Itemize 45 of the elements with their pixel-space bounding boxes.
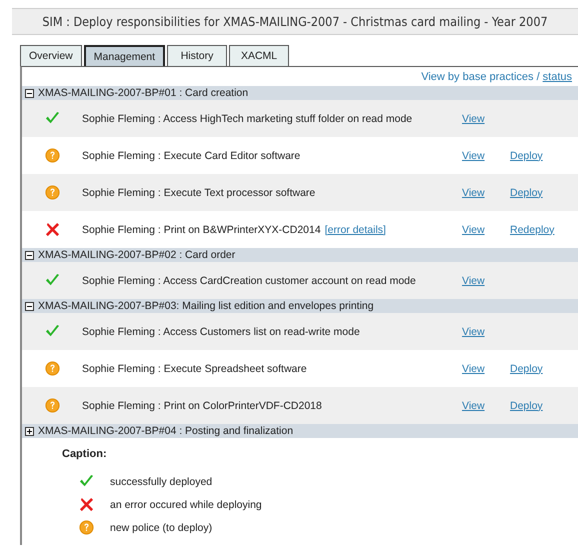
caption-title: Caption: [62, 448, 108, 460]
deploy-link[interactable]: Deploy [510, 362, 543, 374]
view-link[interactable]: View [462, 362, 485, 374]
deploy-link[interactable]: Deploy [510, 186, 543, 198]
group-title: XMAS-MAILING-2007-BP#01 : Card creation [38, 87, 248, 99]
responsibility-text: Sophie Fleming : Access CardCreation customer account on read mode [82, 274, 416, 286]
toggle-icon[interactable] [25, 302, 34, 310]
view-by-label: View by base practices / [421, 71, 540, 83]
responsibility-text: Sophie Fleming : Execute Spreadsheet software [82, 362, 307, 374]
group-header[interactable]: XMAS-MAILING-2007-BP#03: Mailing list edition and envelopes printing [22, 299, 578, 313]
toggle-icon[interactable] [25, 88, 34, 98]
responsibility-text: Sophie Fleming : Access HighTech marketing stuff folder on read mode [82, 112, 412, 124]
caption-text: an error occured while deploying [110, 498, 262, 510]
responsibility-text: Sophie Fleming : Execute Card Editor software [82, 150, 300, 162]
deploy-link[interactable]: Deploy [510, 150, 543, 162]
group-title: XMAS-MAILING-2007-BP#03: Mailing list edition and envelopes printing [38, 300, 374, 312]
responsibility-text: Sophie Fleming : Access Customers list on read-write mode [82, 326, 360, 338]
view-link[interactable]: View [462, 112, 485, 124]
view-link[interactable]: View [462, 150, 485, 162]
responsibility-text: Sophie Fleming : Print on B&WPrinterXYX-CD2014 [82, 224, 321, 236]
page-title: SIM : Deploy responsibilities for XMAS-MAILING-2007 - Christmas card mailing - Year 2007 [12, 8, 578, 35]
tab[interactable]: XACML [229, 45, 290, 66]
responsibility-text: Sophie Fleming : Print on ColorPrinterVDF-CD2018 [82, 400, 322, 412]
view-link[interactable]: View [462, 186, 485, 198]
responsibility-text: Sophie Fleming : Execute Text processor software [82, 186, 316, 198]
view-link[interactable]: View [462, 224, 485, 236]
group-header[interactable]: XMAS-MAILING-2007-BP#02 : Card order [22, 248, 578, 262]
tab[interactable]: Management [84, 45, 166, 66]
caption-text: successfully deployed [110, 476, 212, 488]
caption-text: new police (to deploy) [110, 522, 212, 534]
deploy-link[interactable]: Redeploy [510, 224, 554, 236]
deploy-link[interactable]: Deploy [510, 400, 543, 412]
view-link[interactable]: View [462, 400, 485, 412]
group-title: XMAS-MAILING-2007-BP#04 : Posting and finalization [38, 425, 294, 437]
view-link[interactable]: View [462, 274, 485, 286]
group-title: XMAS-MAILING-2007-BP#02 : Card order [38, 249, 236, 261]
toggle-icon[interactable] [25, 250, 34, 260]
error-details-link[interactable]: [error details] [324, 224, 386, 236]
tab[interactable]: Overview [20, 45, 82, 66]
group-header[interactable]: XMAS-MAILING-2007-BP#04 : Posting and finalization [22, 424, 578, 438]
group-header[interactable]: XMAS-MAILING-2007-BP#01 : Card creation [22, 86, 578, 100]
view-link[interactable]: View [462, 326, 485, 338]
status-link[interactable]: status [542, 71, 572, 83]
toggle-icon[interactable] [25, 426, 34, 436]
tab[interactable]: History [167, 45, 228, 66]
